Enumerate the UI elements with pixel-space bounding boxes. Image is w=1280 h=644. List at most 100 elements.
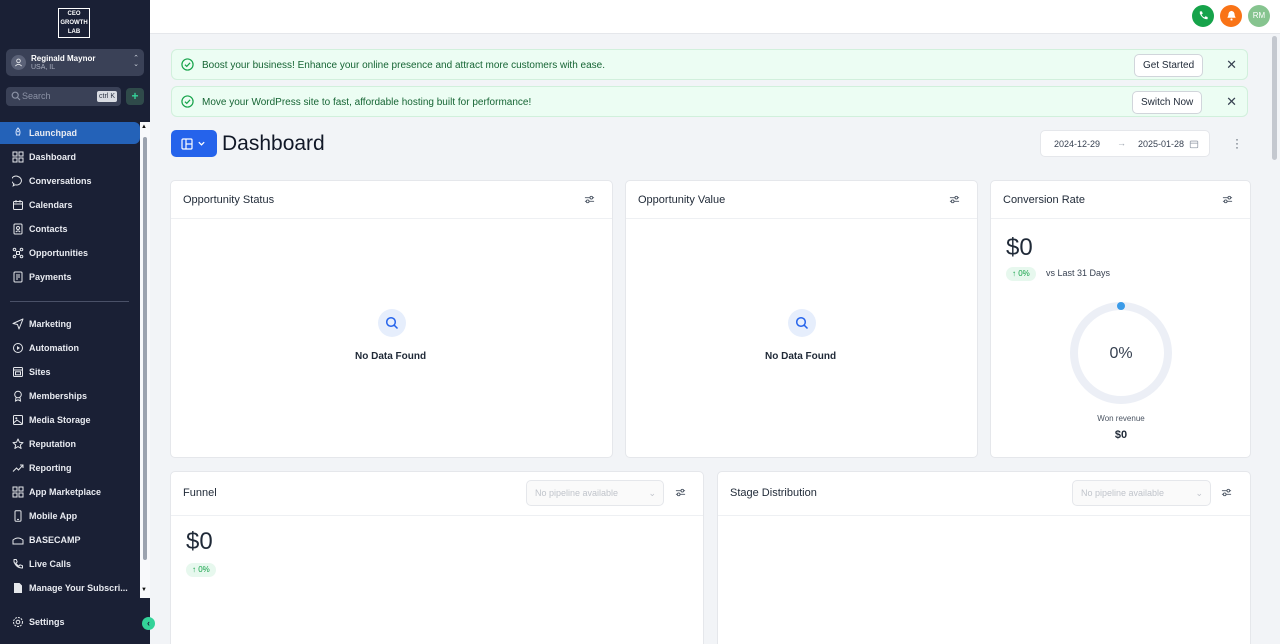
search-icon (788, 309, 816, 337)
search-input[interactable]: Search ctrl K (6, 87, 121, 106)
filter-settings-icon[interactable] (1222, 194, 1233, 205)
nav-label: Payments (29, 272, 72, 282)
gauge-indicator (1117, 302, 1125, 310)
more-options-icon[interactable]: · · · (1235, 133, 1239, 153)
company-logo[interactable]: CEO GROWTH LAB (58, 8, 90, 38)
document-icon (14, 583, 22, 593)
quick-add-button[interactable]: + (126, 88, 144, 105)
banner-text: Move your WordPress site to fast, afford… (202, 97, 532, 108)
logo-line: GROWTH (60, 20, 88, 26)
check-circle-icon (181, 58, 194, 71)
nav-media-storage[interactable]: Media Storage (0, 409, 140, 431)
get-started-button[interactable]: Get Started (1134, 54, 1204, 77)
gauge-percent: 0% (1109, 345, 1133, 362)
sites-icon (13, 367, 23, 377)
gauge-caption: Won revenue (1097, 414, 1145, 423)
pipeline-select[interactable]: No pipeline available ⌄ (526, 480, 664, 506)
notifications-button[interactable] (1220, 5, 1242, 27)
nav-reputation[interactable]: Reputation (0, 433, 140, 455)
card-header: Opportunity Status (171, 181, 612, 219)
search-shortcut: ctrl K (97, 91, 117, 102)
layout-icon (181, 138, 193, 150)
collapse-sidebar-button[interactable]: ‹ (142, 617, 155, 630)
nav-opportunities[interactable]: Opportunities (0, 242, 140, 264)
nav-label: BASECAMP (29, 535, 81, 545)
switch-now-button[interactable]: Switch Now (1132, 91, 1203, 114)
basecamp-icon (12, 537, 24, 545)
main-scrollbar[interactable] (1272, 36, 1277, 160)
nav-sites[interactable]: Sites (0, 361, 140, 383)
nav-conversations[interactable]: Conversations (0, 170, 140, 192)
date-end: 2025-01-28 (1138, 139, 1185, 149)
account-name: Reginald Maynor (31, 54, 96, 63)
nav-label: Launchpad (29, 128, 78, 138)
calendar-icon (13, 200, 23, 210)
nav-label: Sites (29, 367, 51, 377)
nav-label: Live Calls (29, 559, 72, 569)
trend-icon (12, 464, 24, 472)
conversion-value: $0 (1006, 234, 1033, 261)
card-title: Conversion Rate (1003, 194, 1085, 206)
nav-basecamp[interactable]: BASECAMP (0, 529, 140, 551)
nav-reporting[interactable]: Reporting (0, 457, 140, 479)
close-icon[interactable]: ✕ (1226, 94, 1237, 110)
payments-icon (13, 271, 23, 283)
filter-settings-icon[interactable] (949, 194, 960, 205)
nav-contacts[interactable]: Contacts (0, 218, 140, 240)
dashboard-switcher-button[interactable] (171, 130, 217, 157)
nav-launchpad[interactable]: Launchpad (0, 122, 140, 144)
nav-automation[interactable]: Automation (0, 337, 140, 359)
select-value: No pipeline available (535, 488, 619, 498)
filter-settings-icon[interactable] (675, 487, 686, 498)
nav-label: Marketing (29, 319, 72, 329)
empty-state-text: No Data Found (765, 351, 837, 362)
filter-settings-icon[interactable] (1221, 487, 1232, 498)
scroll-up-icon[interactable]: ▲ (141, 124, 147, 130)
chevron-down-icon: ⌄ (1195, 488, 1203, 498)
nav-label: Dashboard (29, 152, 77, 162)
user-avatar[interactable]: RM (1248, 5, 1270, 27)
nav-dashboard[interactable]: Dashboard (0, 146, 140, 168)
rocket-icon (15, 127, 21, 136)
nav-manage-subscription[interactable]: Manage Your Subscri... (0, 577, 140, 599)
nav-divider (10, 301, 129, 302)
pipeline-select[interactable]: No pipeline available ⌄ (1072, 480, 1211, 506)
change-badge: ↑ 0% (1006, 267, 1036, 281)
hosting-banner: Move your WordPress site to fast, afford… (171, 86, 1248, 117)
nav-memberships[interactable]: Memberships (0, 385, 140, 407)
nav-label: Manage Your Subscri... (29, 583, 128, 593)
nav-label: Reputation (29, 439, 76, 449)
nav-live-calls[interactable]: Live Calls (0, 553, 140, 575)
nav-calendars[interactable]: Calendars (0, 194, 140, 216)
nav-mobile-app[interactable]: Mobile App (0, 505, 140, 527)
bell-icon (1226, 10, 1236, 21)
nav-marketing[interactable]: Marketing (0, 313, 140, 335)
nav-label: App Marketplace (29, 487, 102, 497)
nav-settings[interactable]: Settings (0, 611, 140, 633)
grid-icon (12, 151, 24, 163)
scroll-down-icon[interactable]: ▼ (141, 587, 147, 593)
nav-payments[interactable]: Payments (0, 266, 140, 288)
account-switcher[interactable]: Reginald Maynor USA, IL ⌃ ⌄ (6, 49, 144, 76)
card-header: Opportunity Value (626, 181, 977, 219)
nav-label: Conversations (29, 176, 92, 186)
conversion-rate-card: Conversion Rate $0 ↑ 0% vs Last 31 Days … (990, 180, 1251, 458)
mobile-icon (14, 510, 22, 522)
chevron-updown-icon: ⌃ ⌄ (133, 55, 139, 68)
account-location: USA, IL (31, 64, 56, 71)
nav-app-marketplace[interactable]: App Marketplace (0, 481, 140, 503)
close-icon[interactable]: ✕ (1226, 57, 1237, 73)
date-range-picker[interactable]: 2024-12-29 → 2025-01-28 (1040, 130, 1210, 157)
sidebar-scroll-thumb[interactable] (143, 137, 147, 560)
gear-icon (13, 617, 23, 627)
phone-button[interactable] (1192, 5, 1214, 27)
star-icon (12, 438, 24, 449)
card-header: Funnel No pipeline available ⌄ (171, 472, 703, 516)
phone-icon (13, 559, 23, 569)
search-icon (11, 91, 21, 101)
opportunities-icon (12, 247, 24, 259)
filter-settings-icon[interactable] (584, 194, 595, 205)
date-start: 2024-12-29 (1054, 139, 1101, 149)
phone-icon (1199, 11, 1208, 20)
chevron-down-icon (198, 141, 205, 146)
